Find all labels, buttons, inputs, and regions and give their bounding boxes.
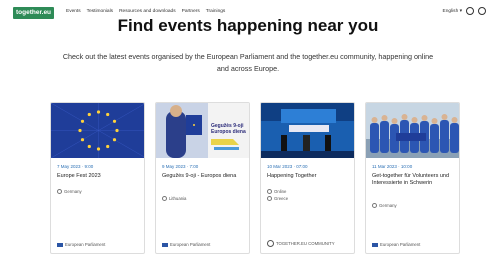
location-pin-icon [57,189,62,194]
nav-item-events[interactable]: Events [66,9,81,14]
event-image-eu-flag [51,103,144,158]
event-title[interactable]: Happening Together [267,173,351,180]
event-image-europos-diena: Gegužės 9-oji Europos diena [156,103,249,158]
location-pin-icon [267,196,272,201]
header-actions: English ▾ [443,7,486,15]
event-card[interactable]: 11 Mar 2023 · 10:00 Get-together für Vol… [365,102,460,254]
location-pin-icon [162,196,167,201]
event-date: 7 May 2023 · 9:00 [57,164,94,169]
event-title[interactable]: Get-together für Volunteers und Interess… [372,173,456,187]
nav-item-partners[interactable]: Partners [182,9,200,14]
main-nav: Events Testimonials Resources and downlo… [66,9,225,14]
event-title[interactable]: Europe Fest 2023 [57,173,141,180]
nav-item-resources[interactable]: Resources and downloads [119,9,176,14]
nav-item-testimonials[interactable]: Testimonials [87,9,113,14]
event-list: 7 May 2023 · 9:00 Europe Fest 2023 Germa… [50,102,460,254]
event-image-group [366,103,459,158]
image-caption: Gegužės 9-oji Europos diena [211,123,246,135]
event-location: Germany [372,203,397,208]
event-location: Online [267,189,286,194]
page-title: Find events happening near you [117,16,379,35]
language-selector[interactable]: English ▾ [443,9,463,14]
event-date: 10 Mar 2023 · 07:00 [267,164,308,169]
eu-parliament-logo-icon [57,242,63,247]
location-pin-icon [372,203,377,208]
event-organiser: European Parliament [57,242,105,247]
eu-parliament-logo-icon [372,242,378,247]
event-date: 9 May 2023 · 7:00 [162,164,199,169]
event-card[interactable]: 10 Mar 2023 · 07:00 Happening Together O… [260,102,355,254]
event-organiser: European Parliament [372,242,420,247]
globe-icon[interactable] [466,7,474,15]
event-card[interactable]: 7 May 2023 · 9:00 Europe Fest 2023 Germa… [50,102,145,254]
nav-item-trainings[interactable]: Trainings [206,9,226,14]
language-label: English [442,8,459,14]
event-location: Lithuania [162,196,186,201]
chevron-down-icon: ▾ [459,8,462,14]
page-subtitle: Check out the latest events organised by… [62,52,434,73]
event-card[interactable]: Gegužės 9-oji Europos diena 9 May 2023 · … [155,102,250,254]
event-organiser: European Parliament [162,242,210,247]
eu-parliament-logo-icon [162,242,168,247]
community-logo-icon [267,240,274,247]
event-title[interactable]: Gegužės 9-oji - Europos diena [162,173,246,180]
user-icon[interactable] [478,7,486,15]
event-date: 11 Mar 2023 · 10:00 [372,164,413,169]
event-location: Germany [57,189,82,194]
event-organiser: TOGETHER.EU COMMUNITY [267,240,335,247]
location-pin-icon [267,189,272,194]
event-location: Greece [267,196,288,201]
event-image-conference [261,103,354,158]
